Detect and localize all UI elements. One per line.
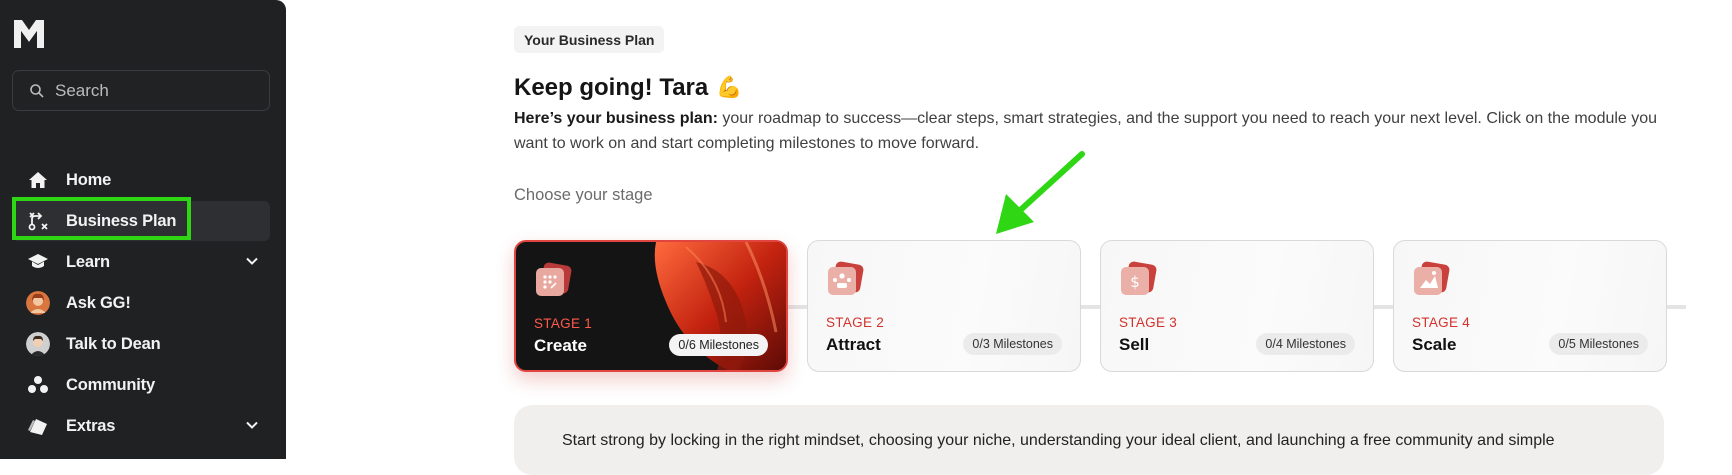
- main-content: Your Business Plan Keep going! Tara 💪 He…: [286, 0, 1732, 475]
- chevron-down-icon[interactable]: [244, 417, 260, 433]
- avatar-gg: [26, 291, 50, 315]
- sidebar-item-ask-gg[interactable]: Ask GG!: [12, 283, 270, 323]
- search-input[interactable]: Search: [12, 70, 270, 111]
- stage-number: STAGE 4: [1412, 315, 1471, 330]
- sidebar-item-learn[interactable]: Learn: [12, 242, 270, 282]
- stage-card-scale[interactable]: STAGE 4 Scale 0/5 Milestones: [1393, 240, 1667, 372]
- stage-card-attract[interactable]: STAGE 2 Attract 0/3 Milestones: [807, 240, 1081, 372]
- search-icon: [30, 83, 44, 98]
- sidebar-item-label: Learn: [66, 252, 110, 271]
- sidebar-item-community[interactable]: Community: [12, 365, 270, 405]
- sidebar-item-home[interactable]: Home: [12, 160, 270, 200]
- sidebar-item-label: Ask GG!: [66, 293, 131, 312]
- stage-number: STAGE 2: [826, 315, 885, 330]
- home-icon: [26, 168, 50, 192]
- graduation-cap-icon: [26, 250, 50, 274]
- svg-text:$: $: [1130, 273, 1140, 291]
- brand-logo-icon[interactable]: [12, 18, 46, 50]
- create-icon: [536, 262, 572, 296]
- milestones-badge: 0/5 Milestones: [1549, 333, 1648, 355]
- sidebar-item-talk-to-dean[interactable]: Talk to Dean: [12, 324, 270, 364]
- search-placeholder: Search: [55, 80, 109, 100]
- description-bold: Here’s your business plan:: [514, 110, 718, 127]
- sidebar-item-label: Extras: [66, 416, 116, 435]
- sidebar-nav: Home Business Plan Learn Ask GG! Talk to…: [12, 160, 270, 447]
- sidebar-item-extras[interactable]: Extras: [12, 406, 270, 446]
- milestones-badge: 0/6 Milestones: [669, 334, 768, 356]
- scale-icon: [1414, 261, 1450, 295]
- page-title-text: Keep going! Tara: [514, 74, 709, 101]
- stage-card-create[interactable]: STAGE 1 Create 0/6 Milestones: [514, 240, 788, 372]
- chevron-down-icon[interactable]: [244, 253, 260, 269]
- sidebar-item-business-plan[interactable]: Business Plan: [12, 201, 270, 241]
- sidebar-item-label: Community: [66, 375, 155, 394]
- avatar-dean: [26, 332, 50, 356]
- page-title: Keep going! Tara 💪: [514, 74, 742, 102]
- sidebar-item-label: Home: [66, 170, 112, 189]
- annotation-arrow-icon: [996, 151, 1085, 234]
- route-icon: [26, 209, 50, 233]
- stage-description-text: Start strong by locking in the right min…: [562, 432, 1555, 449]
- choose-stage-label: Choose your stage: [514, 186, 653, 204]
- sidebar-item-label: Talk to Dean: [66, 334, 161, 353]
- stage-number: STAGE 3: [1119, 315, 1178, 330]
- sell-icon: $: [1121, 261, 1157, 295]
- milestones-badge: 0/3 Milestones: [963, 333, 1062, 355]
- community-icon: [26, 373, 50, 397]
- milestones-badge: 0/4 Milestones: [1256, 333, 1355, 355]
- stage-name: Create: [534, 336, 587, 355]
- flexed-biceps-emoji: 💪: [716, 76, 743, 99]
- stage-number: STAGE 1: [534, 316, 593, 331]
- page-description: Here’s your business plan: your roadmap …: [514, 106, 1674, 156]
- attract-icon: [828, 261, 864, 295]
- stage-description-panel: Start strong by locking in the right min…: [514, 405, 1664, 475]
- extras-icon: [26, 414, 50, 438]
- section-pill: Your Business Plan: [514, 26, 665, 53]
- sidebar-item-label: Business Plan: [66, 211, 177, 230]
- stage-card-sell[interactable]: $ STAGE 3 Sell 0/4 Milestones: [1100, 240, 1374, 372]
- sidebar: Search Home Business Plan Learn Ask GG! …: [0, 0, 286, 459]
- stage-name: Attract: [826, 335, 881, 354]
- stage-name: Scale: [1412, 335, 1457, 354]
- stage-name: Sell: [1119, 335, 1150, 354]
